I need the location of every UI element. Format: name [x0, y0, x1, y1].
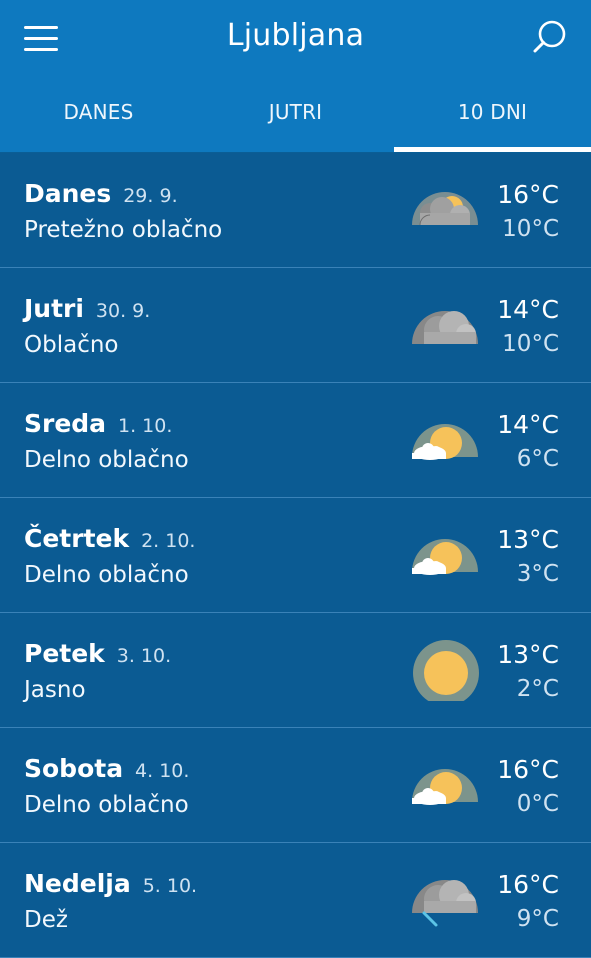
day-name: Jutri [24, 294, 84, 323]
forecast-row[interactable]: Četrtek 2. 10. Delno oblačno 13°C 3°C [0, 498, 591, 613]
day-name: Petek [24, 639, 105, 668]
day-date: 3. 10. [116, 645, 172, 667]
forecast-row[interactable]: Jutri 30. 9. Oblačno 14°C 10°C [0, 268, 591, 383]
low-temp: 3°C [516, 561, 559, 587]
page-title: Ljubljana [226, 18, 365, 53]
forecast-list: Danes 29. 9. Pretežno oblačno 16°C 10°C … [0, 153, 591, 958]
low-temp: 0°C [516, 791, 559, 817]
high-temp: 16°C [497, 180, 559, 209]
low-temp: 2°C [516, 676, 559, 702]
day-name: Nedelja [24, 869, 131, 898]
tab-10-dni[interactable]: 10 DNI [394, 94, 591, 152]
forecast-row[interactable]: Nedelja 5. 10. Dež 16°C 9°C [0, 843, 591, 958]
tab-jutri[interactable]: JUTRI [197, 94, 394, 152]
condition-text: Dež [24, 907, 68, 933]
high-temp: 14°C [497, 295, 559, 324]
condition-text: Delno oblačno [24, 792, 189, 818]
rain-icon [408, 867, 482, 931]
high-temp: 16°C [497, 755, 559, 784]
search-icon[interactable] [531, 18, 569, 56]
partly-cloudy-icon [408, 752, 482, 816]
forecast-row[interactable]: Sreda 1. 10. Delno oblačno 14°C 6°C [0, 383, 591, 498]
partly-cloudy-icon [408, 522, 482, 586]
app-header: Ljubljana DANES JUTRI 10 DNI [0, 0, 591, 153]
low-temp: 10°C [502, 331, 559, 357]
cloudy-icon [408, 292, 482, 356]
low-temp: 9°C [516, 906, 559, 932]
day-name: Četrtek [24, 524, 130, 553]
sunny-icon [408, 637, 482, 706]
condition-text: Jasno [24, 677, 86, 703]
forecast-row[interactable]: Sobota 4. 10. Delno oblačno 16°C 0°C [0, 728, 591, 843]
forecast-row[interactable]: Petek 3. 10. Jasno 13°C 2°C [0, 613, 591, 728]
high-temp: 13°C [497, 525, 559, 554]
day-name: Sreda [24, 409, 107, 438]
high-temp: 14°C [497, 410, 559, 439]
mostly-cloudy-icon [408, 177, 482, 241]
tab-bar: DANES JUTRI 10 DNI [0, 94, 591, 152]
day-date: 29. 9. [123, 185, 178, 207]
forecast-row[interactable]: Danes 29. 9. Pretežno oblačno 16°C 10°C [0, 153, 591, 268]
condition-text: Oblačno [24, 332, 119, 358]
day-name: Danes [24, 179, 112, 208]
high-temp: 16°C [497, 870, 559, 899]
high-temp: 13°C [497, 640, 559, 669]
day-date: 2. 10. [141, 530, 196, 552]
low-temp: 6°C [516, 446, 559, 472]
day-date: 30. 9. [95, 300, 151, 322]
day-date: 1. 10. [118, 415, 173, 437]
day-date: 5. 10. [142, 875, 198, 897]
condition-text: Delno oblačno [24, 447, 189, 473]
low-temp: 10°C [502, 216, 559, 242]
condition-text: Pretežno oblačno [24, 217, 223, 243]
condition-text: Delno oblačno [24, 562, 189, 588]
partly-cloudy-icon [408, 407, 482, 471]
day-date: 4. 10. [135, 760, 190, 782]
tab-danes[interactable]: DANES [0, 94, 197, 152]
day-name: Sobota [24, 754, 124, 783]
